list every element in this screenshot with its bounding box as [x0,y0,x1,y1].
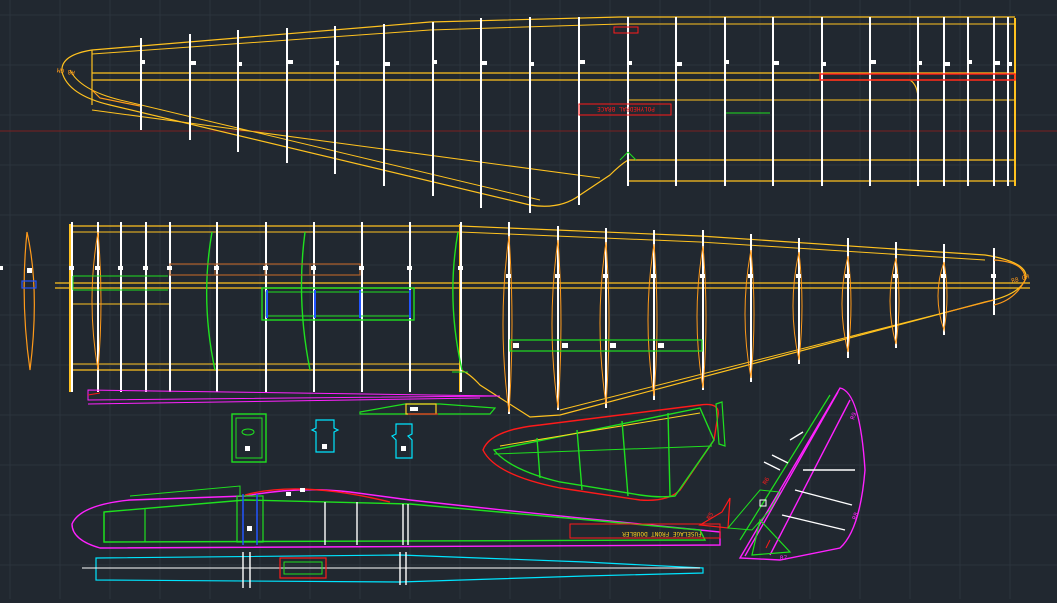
fin-rib [763,461,781,471]
fin-rib [771,454,789,464]
rib-outline [647,243,658,397]
rib-tab [482,61,487,65]
rib-tab [941,274,946,278]
rib-tab [432,60,437,64]
wing-panel-bottom[interactable]: R8 GM [55,222,1030,418]
rib-tab [651,274,656,278]
rib-tab [748,274,753,278]
rib-outline [502,235,513,413]
rib-tab [288,60,293,64]
wing-top-tip-label: R8 GM [56,66,75,76]
rib-tab [610,343,616,348]
cad-drawing-canvas[interactable]: POLYHEDRAL BRACE R8 GM R8 GM FUSELAGE FR… [0,0,1057,599]
rib-tab [658,343,664,348]
rib-tab [1007,62,1012,66]
rib-tab [513,343,519,348]
rib-tab [627,61,632,65]
wing-top-le-sheet [69,23,1015,201]
rib-tab [359,266,364,270]
fin-label-r5: R5 [706,511,716,521]
polyhedral-brace-label: POLYHEDRAL BRACE [597,105,655,112]
rib-outline [792,251,803,361]
rib-tab [143,266,148,270]
rib-outline [937,261,948,332]
rib-tab [562,343,568,348]
rib-tab [967,60,972,64]
rib-tab [214,266,219,270]
rib-tab [893,274,898,278]
former-parts[interactable] [231,413,413,463]
rib-outline [744,249,755,379]
rib-tab [871,60,876,64]
rib-tab [917,61,922,65]
rib-tab [334,61,339,65]
fin-label-r8: R8 [851,511,860,521]
rib-tab [407,266,412,270]
rib-tab [774,61,779,65]
rib-tab [167,266,172,270]
rib-tab [69,266,74,270]
rib-tab [191,61,196,65]
rib-tab [995,61,1000,65]
rib-tab [506,274,511,278]
rib-tab [603,274,608,278]
rib-tab [796,274,801,278]
rib-outline [696,245,707,389]
fin-rib [794,489,853,506]
rib-tab [677,62,682,66]
rib-tab [140,60,145,64]
rib-tab [458,266,463,270]
rib-outline [599,241,610,405]
rib-tab [95,266,100,270]
rib-tab [237,62,242,66]
rib-tab [845,274,850,278]
rib-tab [311,266,316,270]
wing-top-outline [61,16,1015,207]
rib-tab [700,274,705,278]
fin-label-r6: R6 [762,476,772,486]
rib-tab [991,274,996,278]
fin-rudder[interactable]: R9 R8 R7 R6 R5 [706,387,866,562]
fuselage-side[interactable]: FUSELAGE FRONT DOUBLER [71,485,731,549]
rib-profile-left[interactable] [0,231,37,371]
background-grid [0,0,1057,599]
rib-tab [529,62,534,66]
rib-tab [385,62,390,66]
stabilizer-part[interactable] [482,401,726,501]
rib-tab [821,62,826,66]
wing-bottom-outline [69,225,1027,418]
rib-tab [555,274,560,278]
rib-tab [724,60,729,64]
fuselage-label: FUSELAGE FRONT DOUBLER [622,530,702,537]
rib-tab [580,60,585,64]
rib-outline [889,257,900,345]
fin-label-r7: R7 [780,555,788,562]
rib-tab [118,266,123,270]
rib-tab [945,62,950,66]
fin-rib [789,431,804,441]
rib-tab [263,266,268,270]
cad-drawing[interactable]: POLYHEDRAL BRACE R8 GM R8 GM FUSELAGE FR… [0,0,1057,599]
rib-outline [91,231,102,371]
wing-strip-parts[interactable] [87,389,501,415]
fin-rib [781,514,846,531]
